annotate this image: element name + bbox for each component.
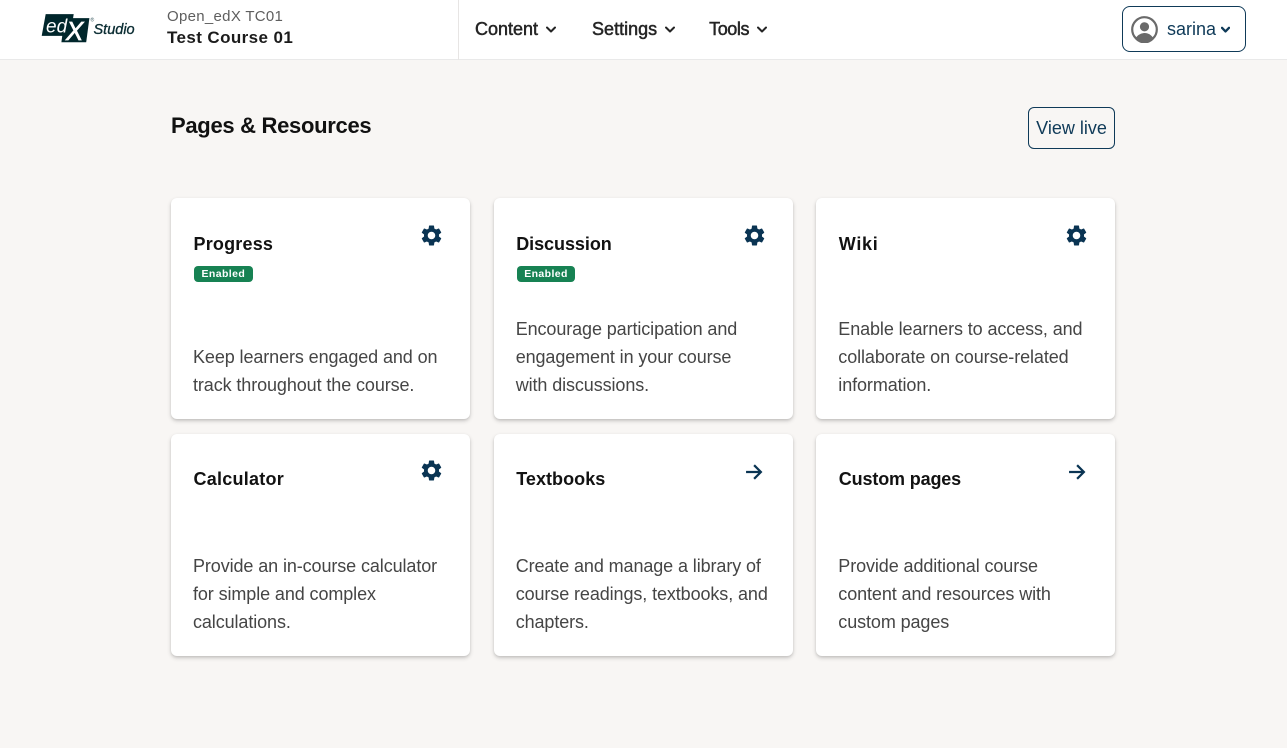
svg-text:Studio: Studio	[94, 22, 135, 38]
svg-text:X: X	[65, 16, 85, 46]
